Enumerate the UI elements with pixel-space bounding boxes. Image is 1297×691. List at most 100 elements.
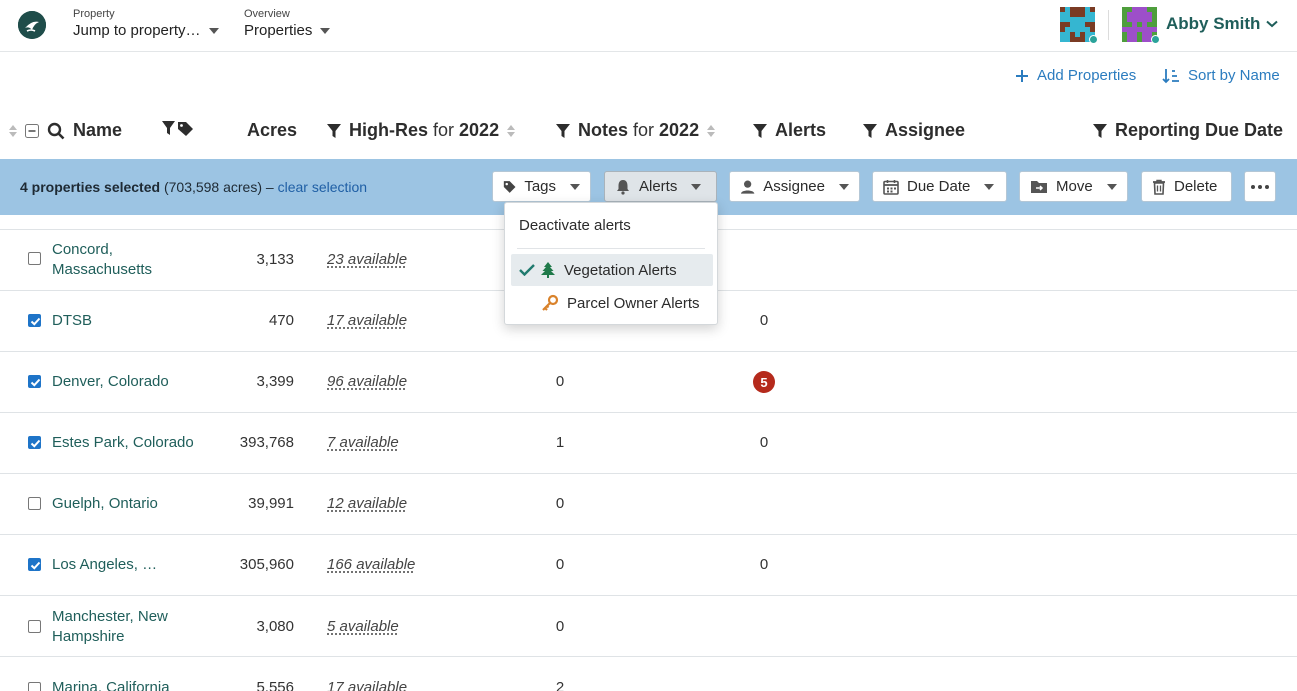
hires-available-link[interactable]: 7 available [327, 434, 399, 451]
vegetation-alerts-label: Vegetation Alerts [564, 261, 677, 279]
year-toggle-icon[interactable] [507, 124, 516, 137]
hires-available-link[interactable]: 96 available [327, 373, 407, 390]
row-checkbox[interactable] [28, 252, 41, 265]
overview-switcher[interactable]: Overview Properties [244, 8, 331, 41]
filter-icon[interactable] [1093, 123, 1107, 139]
property-name-link[interactable]: DTSB [52, 311, 92, 331]
notes-for-label: for [633, 120, 655, 140]
org-avatar[interactable] [1060, 7, 1098, 44]
chevron-down-icon [320, 28, 331, 34]
user-menu[interactable]: Abby Smith [1166, 14, 1279, 34]
hires-for-label: for [433, 120, 455, 140]
notes-count: 0 [555, 495, 565, 512]
hires-available-link[interactable]: 17 available [327, 312, 407, 329]
notes-count: 2 [555, 679, 565, 691]
hires-available-link[interactable]: 5 available [327, 618, 399, 635]
property-name-link[interactable]: Guelph, Ontario [52, 494, 158, 514]
hires-column-header[interactable]: High-Res for 2022 [327, 120, 516, 141]
alerts-column-header[interactable]: Alerts [753, 120, 826, 141]
row-checkbox[interactable] [28, 682, 41, 691]
clear-selection-link[interactable]: clear selection [278, 179, 368, 195]
sort-toggle-icon[interactable] [9, 124, 17, 137]
plus-icon [1016, 69, 1028, 82]
sort-by-name-label: Sort by Name [1188, 67, 1280, 84]
calendar-icon [883, 179, 899, 195]
search-icon[interactable] [47, 122, 65, 140]
name-column-header[interactable]: Name [9, 120, 122, 141]
table-row[interactable]: Manchester, New Hampshire 3,080 5 availa… [0, 596, 1297, 657]
acres-value: 3,080 [256, 618, 294, 635]
overview-switcher-label: Overview [244, 8, 290, 20]
acres-value: 305,960 [239, 556, 294, 573]
notes-count: 1 [555, 434, 565, 451]
property-name-link[interactable]: Los Angeles, … [52, 555, 157, 575]
parcel-owner-alerts-item[interactable]: Parcel Owner Alerts [511, 287, 713, 319]
year-toggle-icon[interactable] [707, 124, 716, 137]
filter-icon[interactable] [556, 123, 570, 139]
filter-icon[interactable] [753, 123, 767, 139]
move-button[interactable]: Move [1019, 171, 1128, 202]
acres-column-header[interactable]: Acres [247, 120, 297, 141]
property-name-link[interactable]: Estes Park, Colorado [52, 433, 194, 453]
notes-column-header[interactable]: Notes for 2022 [556, 120, 716, 141]
notes-column-label: Notes [578, 120, 629, 140]
hires-available-link[interactable]: 17 available [327, 679, 407, 691]
acres-value: 3,133 [256, 251, 294, 268]
filter-icon[interactable] [863, 123, 877, 139]
more-actions-button[interactable] [1244, 171, 1276, 202]
alerts-count: 0 [759, 312, 769, 329]
sort-by-name-button[interactable]: Sort by Name [1162, 67, 1280, 84]
due-date-button[interactable]: Due Date [872, 171, 1007, 202]
tag-filter[interactable] [162, 120, 194, 136]
alerts-button[interactable]: Alerts [604, 171, 717, 202]
select-all-checkbox[interactable] [25, 123, 39, 138]
row-checkbox[interactable] [28, 375, 41, 388]
alerts-button-label: Alerts [639, 178, 678, 195]
chevron-down-icon [839, 183, 849, 190]
deactivate-alerts-item[interactable]: Deactivate alerts [511, 209, 713, 241]
property-name-link[interactable]: Marina, California [52, 678, 170, 691]
user-avatar[interactable] [1122, 7, 1160, 44]
table-row[interactable]: Los Angeles, … 305,960 166 available 0 0 [0, 535, 1297, 596]
table-row[interactable]: Guelph, Ontario 39,991 12 available 0 [0, 474, 1297, 535]
row-checkbox[interactable] [28, 497, 41, 510]
row-checkbox[interactable] [28, 314, 41, 327]
row-checkbox[interactable] [28, 436, 41, 449]
property-name-link[interactable]: Manchester, New Hampshire [52, 607, 168, 647]
row-checkbox[interactable] [28, 620, 41, 633]
menu-divider [517, 248, 705, 249]
assignee-button[interactable]: Assignee [729, 171, 860, 202]
assignee-column-label: Assignee [885, 120, 966, 140]
hires-available-link[interactable]: 12 available [327, 495, 407, 512]
tags-button[interactable]: Tags [492, 171, 591, 202]
property-name-link[interactable]: Concord, Massachusetts [52, 240, 152, 280]
online-status-dot [1151, 35, 1160, 44]
row-checkbox[interactable] [28, 558, 41, 571]
hires-available-link[interactable]: 23 available [327, 251, 407, 268]
notes-year-label[interactable]: 2022 [659, 120, 699, 141]
overview-switcher-value: Properties [244, 22, 313, 39]
property-name-link[interactable]: Denver, Colorado [52, 372, 169, 392]
table-row[interactable]: Denver, Colorado 3,399 96 available 0 5 [0, 352, 1297, 413]
online-status-dot [1089, 35, 1098, 44]
filter-tags-icon [162, 121, 193, 136]
table-row[interactable]: Marina, California 5,556 17 available 2 [0, 658, 1297, 691]
app-logo[interactable] [18, 11, 46, 39]
vegetation-alerts-item[interactable]: Vegetation Alerts [511, 254, 713, 286]
chevron-down-icon [570, 183, 580, 190]
delete-button[interactable]: Delete [1141, 171, 1232, 202]
property-switcher[interactable]: Property Jump to property… [73, 8, 219, 41]
assignee-column-header[interactable]: Assignee [863, 120, 965, 141]
hires-year-label[interactable]: 2022 [459, 120, 499, 141]
property-switcher-label: Property [73, 8, 115, 20]
hires-available-link[interactable]: 166 available [327, 556, 415, 573]
filter-icon[interactable] [327, 123, 341, 139]
notes-count: 0 [555, 618, 565, 635]
acres-value: 3,399 [256, 373, 294, 390]
alert-count-badge[interactable]: 5 [753, 371, 775, 393]
chevron-down-icon [1106, 183, 1117, 190]
add-properties-button[interactable]: Add Properties [1015, 67, 1136, 84]
due-date-column-header[interactable]: Reporting Due Date [1093, 120, 1283, 141]
sort-icon [1162, 68, 1179, 83]
table-row[interactable]: Estes Park, Colorado 393,768 7 available… [0, 413, 1297, 474]
